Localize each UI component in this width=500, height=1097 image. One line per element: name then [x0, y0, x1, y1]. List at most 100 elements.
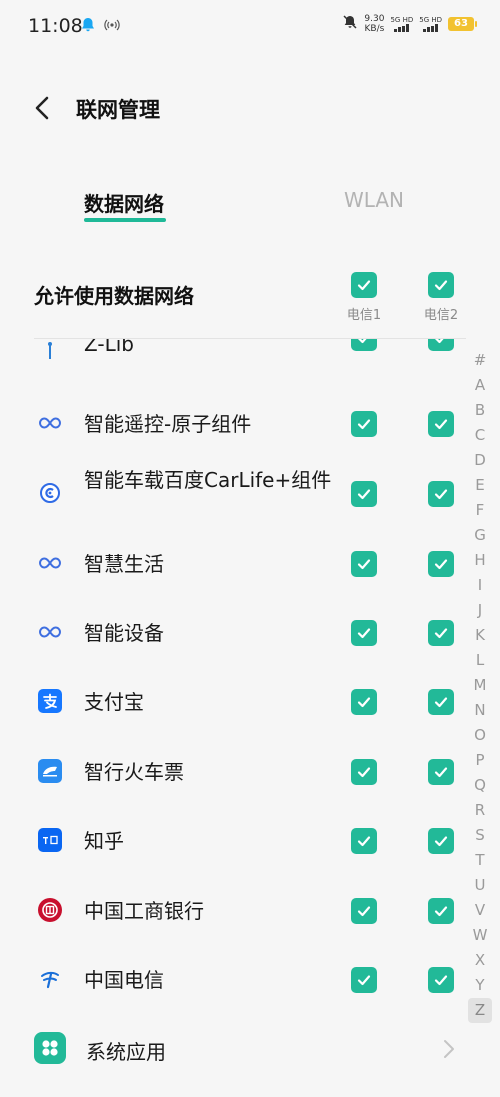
index-letter[interactable]: I — [468, 573, 492, 598]
index-letter[interactable]: # — [468, 348, 492, 373]
checkmark-icon — [434, 419, 448, 430]
sim1-checkbox[interactable] — [351, 339, 377, 351]
sim2-checkbox[interactable] — [428, 689, 454, 715]
index-letter[interactable]: Y — [468, 973, 492, 998]
index-letter[interactable]: C — [468, 423, 492, 448]
index-letter[interactable]: F — [468, 498, 492, 523]
battery-indicator: 63 — [448, 17, 477, 31]
sim1-checkbox[interactable] — [351, 551, 377, 577]
sim2-signal: 5G HD — [419, 16, 442, 32]
list-item: 中国电信 — [0, 961, 470, 1001]
sim1-checkbox[interactable] — [351, 620, 377, 646]
index-letter[interactable]: W — [468, 923, 492, 948]
checkmark-icon — [434, 489, 448, 500]
signal-bars-icon — [390, 24, 413, 32]
signal-bars-icon — [419, 24, 442, 32]
index-letter[interactable]: J — [468, 598, 492, 623]
network-speed: 9.30 KB/s — [364, 14, 385, 34]
checkmark-icon — [434, 836, 448, 847]
page-title: 联网管理 — [76, 98, 160, 122]
sim1-checkbox[interactable] — [351, 828, 377, 854]
app-name: Z-Lib — [84, 339, 134, 356]
checkmark-icon — [435, 339, 444, 344]
sim1-checkbox[interactable] — [351, 689, 377, 715]
checkmark-icon — [358, 339, 367, 344]
sim1-checkbox[interactable] — [351, 898, 377, 924]
checkmark-icon — [434, 906, 448, 917]
header: 联网管理 — [0, 86, 500, 130]
sim1-signal: 5G HD — [390, 16, 413, 32]
alphabet-index[interactable]: # A B C D E F G H I J K L M N O P Q R S T U V W X Y Z — [468, 348, 492, 1023]
checkmark-icon — [434, 975, 448, 986]
index-letter[interactable]: L — [468, 648, 492, 673]
system-apps-row[interactable]: 系统应用 — [0, 1030, 500, 1070]
index-letter[interactable]: D — [468, 448, 492, 473]
index-letter[interactable]: V — [468, 898, 492, 923]
checkmark-icon — [357, 419, 371, 430]
checkmark-icon — [357, 906, 371, 917]
sim2-checkbox[interactable] — [428, 411, 454, 437]
sim1-checkbox[interactable] — [351, 481, 377, 507]
checkmark-icon — [434, 628, 448, 639]
tab-bar: 数据网络 WLAN — [0, 184, 500, 224]
sim2-master-toggle[interactable]: 电信2 — [416, 272, 466, 323]
checkmark-icon — [434, 280, 448, 291]
sim2-checkbox[interactable] — [428, 620, 454, 646]
index-letter[interactable]: S — [468, 823, 492, 848]
checkmark-icon — [357, 280, 371, 291]
index-letter[interactable]: T — [468, 848, 492, 873]
index-letter[interactable]: X — [468, 948, 492, 973]
index-letter[interactable]: Z — [468, 998, 492, 1023]
checkmark-icon — [357, 975, 371, 986]
status-time: 11:08 — [28, 15, 83, 37]
tab-wlan[interactable]: WLAN — [344, 188, 404, 212]
app-name: 智能设备 — [84, 621, 164, 645]
sim1-checkbox[interactable] — [351, 411, 377, 437]
infinity-icon — [38, 551, 62, 575]
index-letter[interactable]: H — [468, 548, 492, 573]
notification-bell-icon — [80, 17, 96, 37]
sim2-checkbox[interactable] — [428, 898, 454, 924]
list-item: Z-Lib — [0, 339, 470, 371]
index-letter[interactable]: K — [468, 623, 492, 648]
sim2-checkbox[interactable] — [428, 481, 454, 507]
back-button[interactable] — [28, 94, 58, 124]
alipay-icon — [38, 689, 62, 713]
sim2-checkbox[interactable] — [428, 551, 454, 577]
index-letter[interactable]: R — [468, 798, 492, 823]
index-letter[interactable]: M — [468, 673, 492, 698]
app-name: 智慧生活 — [84, 552, 164, 576]
app-name: 智能车载百度CarLife+组件 — [84, 468, 332, 492]
sim1-checkbox[interactable] — [351, 759, 377, 785]
sim2-checkbox[interactable] — [428, 339, 454, 351]
index-letter[interactable]: E — [468, 473, 492, 498]
sim2-checkbox[interactable] — [428, 967, 454, 993]
list-item: 智能遥控-原子组件 — [0, 405, 470, 445]
index-letter[interactable]: P — [468, 748, 492, 773]
infinity-icon — [38, 411, 62, 435]
chevron-right-icon — [444, 1040, 454, 1058]
china-telecom-icon — [38, 967, 62, 991]
checkmark-icon — [357, 767, 371, 778]
tab-mobile-data[interactable]: 数据网络 — [84, 188, 164, 217]
z-lib-icon — [38, 339, 62, 363]
index-letter[interactable]: G — [468, 523, 492, 548]
sim2-checkbox[interactable] — [428, 828, 454, 854]
sim1-checkbox[interactable] — [351, 967, 377, 993]
index-letter[interactable]: N — [468, 698, 492, 723]
app-name: 中国电信 — [84, 968, 164, 992]
index-letter[interactable]: B — [468, 398, 492, 423]
list-item: 知乎 — [0, 822, 470, 862]
index-letter[interactable]: O — [468, 723, 492, 748]
sim2-checkbox[interactable] — [428, 759, 454, 785]
index-letter[interactable]: Q — [468, 773, 492, 798]
checkmark-icon — [434, 559, 448, 570]
app-list: Z-Lib 智能遥控-原子组件 智能车载百度CarLife+组件 智慧生活 智能… — [0, 339, 470, 1039]
sim1-master-toggle[interactable]: 电信1 — [339, 272, 389, 323]
checkbox-checked[interactable] — [351, 272, 377, 298]
index-letter[interactable]: A — [468, 373, 492, 398]
status-bar: 11:08 9.30 KB/s 5G HD 5G HD 63 — [0, 0, 500, 56]
app-name: 中国工商银行 — [84, 899, 204, 923]
checkbox-checked[interactable] — [428, 272, 454, 298]
index-letter[interactable]: U — [468, 873, 492, 898]
